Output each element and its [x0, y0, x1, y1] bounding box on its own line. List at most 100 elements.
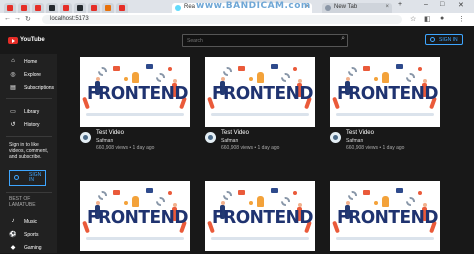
browser-tab[interactable]	[74, 3, 86, 13]
logo-icon[interactable]	[8, 37, 18, 44]
channel-avatar[interactable]	[330, 132, 341, 143]
minimize-icon[interactable]: –	[424, 1, 428, 8]
react-favicon-icon	[175, 5, 181, 11]
newtab-favicon-icon	[325, 5, 331, 11]
reload-icon[interactable]: ↻	[25, 15, 31, 23]
video-thumbnail[interactable]: FRONTEND	[205, 181, 315, 251]
channel-avatar[interactable]	[205, 132, 216, 143]
youtube-favicon-icon	[21, 5, 27, 11]
sidebar-item-history[interactable]: ↺ History	[0, 119, 57, 131]
maximize-icon[interactable]: □	[440, 1, 444, 8]
ground-illustration	[336, 237, 434, 240]
video-card[interactable]: FRONTEND	[330, 181, 440, 253]
sign-in-label: SIGN IN	[29, 172, 42, 183]
browser-tab[interactable]	[18, 3, 30, 13]
sidebar-item-explore[interactable]: ◎ Explore	[0, 69, 57, 81]
video-thumbnail[interactable]: FRONTEND	[330, 57, 440, 127]
explore-icon: ◎	[10, 72, 16, 78]
gear-illustration-icon	[98, 67, 107, 76]
sidebar-item-label: Home	[24, 59, 38, 65]
browser-tab[interactable]	[4, 3, 16, 13]
close-window-icon[interactable]: ✕	[458, 1, 464, 9]
app-root: YouTube ⌕ SIGN IN ⌂ Home ◎ Explore ▤ Sub…	[0, 26, 474, 253]
video-title[interactable]: Test Video	[346, 130, 374, 136]
dot-illustration-icon	[168, 191, 172, 195]
video-card[interactable]: FRONTEND Test Video Safman 660,908 views…	[330, 57, 440, 157]
lightbulb-illustration-icon	[382, 72, 389, 83]
video-title[interactable]: Test Video	[221, 130, 249, 136]
sidebar-divider	[6, 136, 52, 137]
video-meta: 660,908 views • 1 day ago	[96, 145, 155, 151]
channel-name[interactable]: Safman	[221, 138, 238, 144]
sidebar: ⌂ Home ◎ Explore ▤ Subscriptions ▭ Libra…	[0, 54, 57, 253]
thumbnail-text: FRONTEND	[87, 207, 188, 229]
subscriptions-icon: ▤	[10, 85, 16, 91]
video-card[interactable]: FRONTEND Test Video Safman 660,908 views…	[80, 57, 190, 157]
dot-illustration-icon	[124, 77, 128, 81]
video-thumbnail[interactable]: FRONTEND	[80, 57, 190, 127]
home-icon: ⌂	[11, 58, 15, 64]
url-field[interactable]: localhost:5173	[42, 15, 402, 24]
header-sign-in-button[interactable]: SIGN IN	[425, 34, 463, 45]
bookmark-star-icon[interactable]: ☆	[410, 15, 416, 23]
channel-avatar[interactable]	[80, 132, 91, 143]
gear-illustration-icon	[98, 191, 107, 200]
sidebar-item-label: Explore	[24, 72, 41, 78]
search-bar: ⌕	[182, 34, 348, 47]
new-tab-icon[interactable]: +	[398, 1, 402, 8]
browser-tab[interactable]	[116, 3, 128, 13]
video-thumbnail[interactable]: FRONTEND	[80, 181, 190, 251]
lightbulb-illustration-icon	[257, 72, 264, 83]
sidebar-item-gaming[interactable]: ◆ Gaming	[0, 242, 57, 254]
github-favicon-icon	[77, 5, 83, 11]
browser-tab[interactable]	[60, 3, 72, 13]
search-input[interactable]	[185, 36, 335, 45]
sidebar-section-title: BEST OF LAMATUBE	[9, 196, 36, 208]
search-icon[interactable]: ⌕	[341, 35, 345, 43]
sidebar-item-label: Sports	[24, 232, 39, 238]
channel-name[interactable]: Safman	[346, 138, 363, 144]
sidebar-item-label: Gaming	[24, 245, 42, 251]
dot-illustration-icon	[249, 77, 253, 81]
sidebar-sign-in-button[interactable]: SIGN IN	[9, 170, 46, 186]
profile-icon[interactable]: ●	[440, 15, 444, 22]
video-card[interactable]: FRONTEND Test Video Safman 660,908 views…	[205, 57, 315, 157]
music-icon: ♪	[11, 218, 15, 224]
sidebar-item-label: Music	[24, 219, 38, 225]
gear-illustration-icon	[406, 73, 415, 82]
extensions-icon[interactable]: ◧	[424, 15, 431, 23]
browser-tab[interactable]	[46, 3, 58, 13]
sidebar-divider	[6, 192, 52, 193]
video-title[interactable]: Test Video	[96, 130, 124, 136]
browser-tab[interactable]	[32, 3, 44, 13]
back-icon[interactable]: ←	[4, 15, 11, 22]
gear-illustration-icon	[156, 73, 165, 82]
browser-tab[interactable]	[88, 3, 100, 13]
video-card[interactable]: FRONTEND	[80, 181, 190, 253]
channel-name[interactable]: Safman	[96, 138, 113, 144]
sidebar-item-music[interactable]: ♪ Music	[0, 216, 57, 228]
sidebar-divider	[6, 98, 52, 99]
video-thumbnail[interactable]: FRONTEND	[330, 181, 440, 251]
video-thumbnail[interactable]: FRONTEND	[205, 57, 315, 127]
sidebar-item-sports[interactable]: ⚽ Sports	[0, 229, 57, 241]
video-meta: 660,908 views • 1 day ago	[346, 145, 405, 151]
youtube-favicon-icon	[63, 5, 69, 11]
gear-illustration-icon	[223, 191, 232, 200]
dot-illustration-icon	[168, 67, 172, 71]
gear-illustration-icon	[156, 197, 165, 206]
youtube-favicon-icon	[91, 5, 97, 11]
browser-tab[interactable]	[102, 3, 114, 13]
new-tab-title: New Tab	[334, 4, 358, 10]
sidebar-item-subscriptions[interactable]: ▤ Subscriptions	[0, 82, 57, 94]
video-meta: 660,908 views • 1 day ago	[221, 145, 280, 151]
forward-icon[interactable]: →	[14, 15, 21, 22]
menu-dots-icon[interactable]: ⋮	[458, 15, 465, 23]
logo-text[interactable]: YouTube	[20, 37, 45, 43]
sidebar-item-library[interactable]: ▭ Library	[0, 106, 57, 118]
sidebar-item-home[interactable]: ⌂ Home	[0, 56, 57, 68]
app-header: YouTube ⌕ SIGN IN	[0, 26, 474, 54]
close-tab-icon[interactable]: ×	[385, 4, 389, 10]
video-card[interactable]: FRONTEND	[205, 181, 315, 253]
new-browser-tab[interactable]: New Tab ×	[322, 3, 392, 13]
